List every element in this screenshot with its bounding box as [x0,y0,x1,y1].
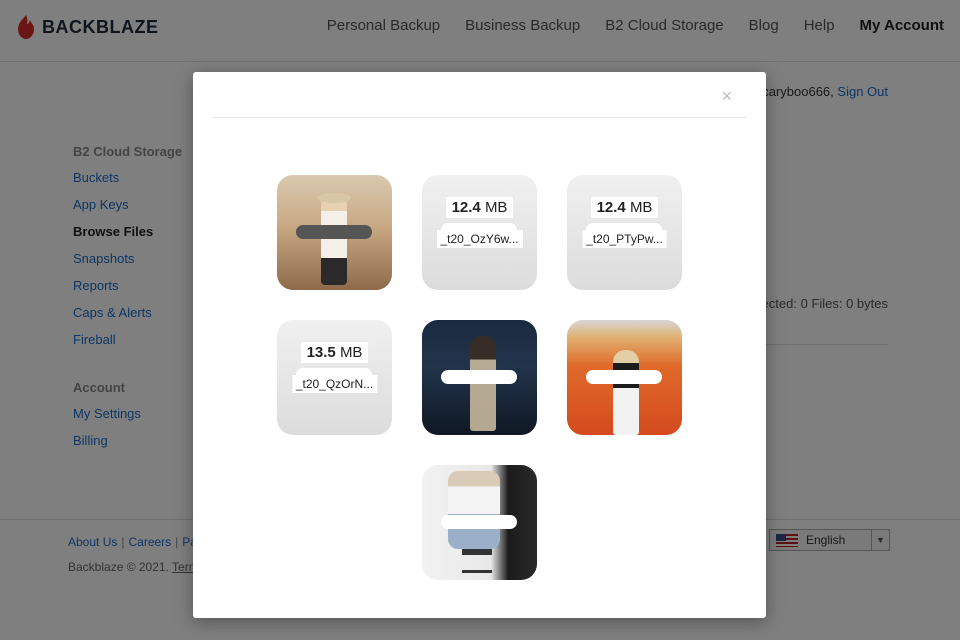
caption-bar [441,515,517,529]
tile-file-3[interactable]: 13.5 MB _t20_QzOrN... [277,320,392,435]
photo-hat [317,193,351,203]
file-size-value: 13.5 [306,344,336,361]
photo-chair [462,549,492,573]
photo-subject [613,350,639,435]
photo-subject [321,195,347,285]
caption-bar [586,370,662,384]
file-size: 12.4 MB [445,197,514,218]
file-preview-modal: × 12.4 MB _t20_OzY6w... 12.4 MB _t20_PTy… [193,72,766,618]
file-name: _t20_QzOrN... [291,375,378,393]
close-icon[interactable]: × [721,86,732,107]
tile-photo-4[interactable] [422,465,537,580]
modal-header [212,72,747,118]
tile-file-1[interactable]: 12.4 MB _t20_OzY6w... [422,175,537,290]
file-size-unit: MB [339,344,363,361]
tile-photo-2[interactable] [422,320,537,435]
file-size: 13.5 MB [300,342,369,363]
photo-subject [448,471,500,549]
file-size-unit: MB [629,199,653,216]
caption-bar [296,225,372,239]
caption-bar [441,370,517,384]
file-name: _t20_OzY6w... [436,230,523,248]
file-size-unit: MB [484,199,508,216]
file-size-value: 12.4 [451,199,481,216]
file-name: _t20_PTyPw... [582,230,667,248]
tile-photo-3[interactable] [567,320,682,435]
file-size-value: 12.4 [596,199,626,216]
tile-file-2[interactable]: 12.4 MB _t20_PTyPw... [567,175,682,290]
tile-photo-1[interactable] [277,175,392,290]
file-size: 12.4 MB [590,197,659,218]
